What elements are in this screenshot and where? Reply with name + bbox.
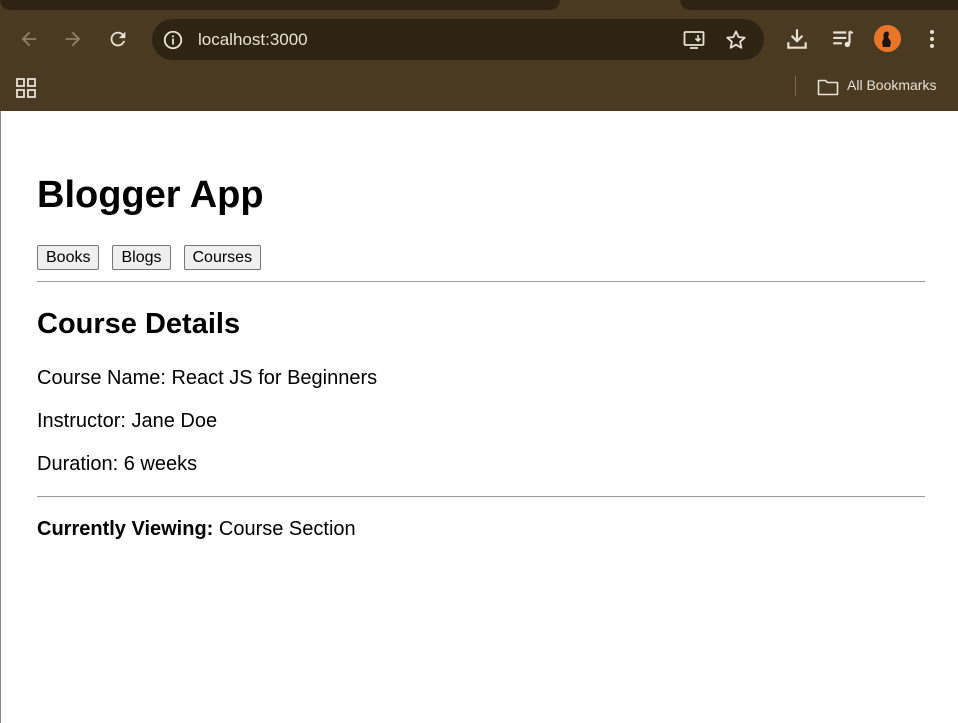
bookmarks-divider: [795, 76, 796, 96]
download-icon[interactable]: [784, 26, 810, 52]
apps-grid-icon[interactable]: [16, 78, 36, 98]
inactive-tab[interactable]: [0, 0, 560, 10]
page-viewport: Blogger App Books Blogs Courses Course D…: [0, 111, 958, 723]
forward-button[interactable]: [60, 26, 86, 52]
browser-toolbar: localhost:3000 All Bookmarks: [0, 0, 958, 111]
reload-button[interactable]: [105, 26, 131, 52]
section-title: Course Details: [37, 308, 241, 340]
course-name: Course Name: React JS for Beginners: [37, 367, 378, 389]
more-vert-icon[interactable]: [924, 27, 940, 51]
currently-viewing-value: Course Section: [218, 518, 356, 540]
media-queue-icon[interactable]: [830, 26, 856, 52]
all-bookmarks-link[interactable]: All Bookmarks: [847, 77, 936, 93]
bookmarks-bar: All Bookmarks: [0, 70, 958, 102]
profile-picture-icon: [874, 25, 901, 52]
address-bar[interactable]: localhost:3000: [152, 19, 764, 60]
avatar[interactable]: [874, 25, 901, 52]
section-nav: Books Blogs Courses: [37, 245, 262, 270]
url-text[interactable]: localhost:3000: [198, 30, 308, 50]
install-app-icon[interactable]: [682, 28, 706, 52]
blogs-button[interactable]: Blogs: [112, 245, 171, 270]
page-title: Blogger App: [37, 174, 264, 216]
back-arrow-icon: [21, 31, 37, 47]
info-icon[interactable]: [162, 29, 184, 51]
forward-arrow-icon: [65, 31, 81, 47]
back-button[interactable]: [16, 26, 42, 52]
active-tab[interactable]: [560, 0, 680, 10]
divider: [37, 496, 925, 497]
course-instructor: Instructor: Jane Doe: [37, 410, 218, 432]
books-button[interactable]: Books: [37, 245, 100, 270]
currently-viewing: Currently Viewing: Course Section: [37, 517, 356, 541]
currently-viewing-label: Currently Viewing:: [37, 518, 214, 540]
folder-icon[interactable]: [817, 77, 839, 97]
courses-button[interactable]: Courses: [183, 245, 262, 270]
course-duration: Duration: 6 weeks: [37, 453, 198, 475]
star-icon[interactable]: [724, 28, 748, 52]
reload-icon: [110, 31, 126, 47]
divider: [37, 281, 925, 282]
inactive-tab[interactable]: [680, 0, 958, 10]
tab-strip: [0, 0, 958, 12]
